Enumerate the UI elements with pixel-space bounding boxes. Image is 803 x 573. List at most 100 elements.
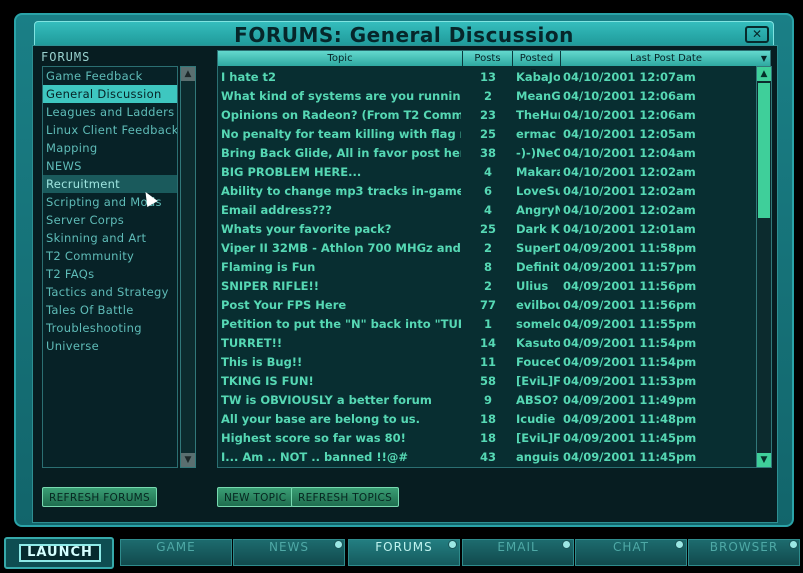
last-post-cell: 04/10/2001 12:04am bbox=[563, 146, 696, 160]
posts-cell: 1 bbox=[483, 317, 492, 331]
tab-news[interactable]: NEWS bbox=[233, 539, 345, 566]
forum-item[interactable]: Mapping bbox=[43, 139, 177, 157]
tab-indicator-icon bbox=[448, 540, 457, 549]
posted-by-cell: LoveSu bbox=[516, 184, 560, 198]
tab-forums[interactable]: FORUMS bbox=[348, 539, 460, 566]
forum-item[interactable]: Skinning and Art bbox=[43, 229, 177, 247]
column-header-topic[interactable]: Topic bbox=[218, 51, 463, 66]
forum-item[interactable]: Universe bbox=[43, 337, 177, 355]
topic-cell: What kind of systems are you running bbox=[221, 89, 461, 103]
forum-item[interactable]: Tales Of Battle bbox=[43, 301, 177, 319]
posts-cell: 4 bbox=[483, 165, 492, 179]
forum-list: Game Feedback General Discussion Leagues… bbox=[42, 66, 178, 468]
topic-cell: BIG PROBLEM HERE... bbox=[221, 165, 362, 179]
tab-email[interactable]: EMAIL bbox=[462, 539, 574, 566]
forum-item[interactable]: Server Corps bbox=[43, 211, 177, 229]
topic-cell: Bring Back Glide, All in favor post here… bbox=[221, 146, 461, 160]
tab-game[interactable]: GAME bbox=[120, 539, 232, 566]
forum-item[interactable]: Troubleshooting bbox=[43, 319, 177, 337]
table-row[interactable]: No penalty for team killing with flag mi… bbox=[218, 125, 770, 144]
scroll-down-icon[interactable]: ▼ bbox=[181, 453, 195, 467]
scroll-thumb[interactable] bbox=[758, 83, 770, 218]
last-post-cell: 04/09/2001 11:54pm bbox=[563, 336, 697, 350]
table-row[interactable]: All your base are belong to us. 18 Icudie 0… bbox=[218, 410, 770, 429]
table-row[interactable]: Email address??? 4 AngryN 04/10/2001 12:02a… bbox=[218, 201, 770, 220]
refresh-topics-button[interactable]: REFRESH TOPICS bbox=[291, 487, 400, 507]
table-row[interactable]: Highest score so far was 80! 18 [EviL]Fo04… bbox=[218, 429, 770, 448]
last-post-cell: 04/10/2001 12:02am bbox=[563, 165, 696, 179]
table-row[interactable]: SNIPER RIFLE!! 2 Ulius 04/09/2001 11:56pm bbox=[218, 277, 770, 296]
column-header-posted-by[interactable]: Posted By bbox=[513, 51, 561, 79]
posts-cell: 9 bbox=[483, 393, 492, 407]
scroll-up-icon[interactable]: ▲ bbox=[181, 67, 195, 81]
posted-by-cell: Kasuto bbox=[516, 336, 560, 350]
table-row[interactable]: I hate t2 13 KabaJo 04/10/2001 12:07am bbox=[218, 68, 770, 87]
table-row[interactable]: Post Your FPS Here 77 evilbou 04/09/2001 11… bbox=[218, 296, 770, 315]
topics-table: Topic Posts Posted By Last Post Date I h… bbox=[217, 50, 771, 468]
tab-browser[interactable]: BROWSER bbox=[688, 539, 800, 566]
posted-by-cell: Dark Ke bbox=[516, 222, 560, 236]
column-header-posts[interactable]: Posts bbox=[463, 51, 513, 66]
forum-item[interactable]: Scripting and Mods bbox=[43, 193, 177, 211]
topic-cell: TW is OBVIOUSLY a better forum bbox=[221, 393, 432, 407]
table-row[interactable]: Viper II 32MB - Athlon 700 MHGz and 2 2 Su… bbox=[218, 239, 770, 258]
new-topic-button[interactable]: NEW TOPIC bbox=[217, 487, 294, 507]
last-post-cell: 04/09/2001 11:54pm bbox=[563, 355, 697, 369]
content-panel: FORUMS Game Feedback General Discussion … bbox=[32, 45, 778, 523]
topic-cell: Petition to put the "N" back into "TURI bbox=[221, 317, 461, 331]
table-row[interactable]: I... Am .. NOT .. banned !!@# 43 anguish04… bbox=[218, 448, 770, 467]
table-row[interactable]: Petition to put the "N" back into "TURI 1… bbox=[218, 315, 770, 334]
forum-item[interactable]: Tactics and Strategy bbox=[43, 283, 177, 301]
last-post-cell: 04/09/2001 11:45pm bbox=[563, 431, 697, 445]
table-row[interactable]: BIG PROBLEM HERE... 4 Makara 04/10/2001 12:… bbox=[218, 163, 770, 182]
posts-cell: 58 bbox=[479, 374, 496, 388]
table-row[interactable]: Whats your favorite pack? 25 Dark Ke04/10/… bbox=[218, 220, 770, 239]
last-post-cell: 04/09/2001 11:48pm bbox=[563, 412, 697, 426]
tab-indicator-icon bbox=[675, 540, 684, 549]
table-row[interactable]: Ability to change mp3 tracks in-game? 6 Lo… bbox=[218, 182, 770, 201]
table-row[interactable]: TW is OBVIOUSLY a better forum 9 ABSO? 04/0… bbox=[218, 391, 770, 410]
table-row[interactable]: This is Bug!! 11 FouceO 04/09/2001 11:54pm bbox=[218, 353, 770, 372]
table-row[interactable]: Flaming is Fun 8 Definiti 04/09/2001 11:57p… bbox=[218, 258, 770, 277]
posts-cell: 11 bbox=[479, 355, 496, 369]
table-row[interactable]: TURRET!! 14 Kasuto 04/09/2001 11:54pm bbox=[218, 334, 770, 353]
forum-item[interactable]: Linux Client Feedback bbox=[43, 121, 177, 139]
bottom-nav-bar: LAUNCH GAME NEWS FORUMS EMAIL CHAT BROWS… bbox=[0, 533, 803, 573]
table-row[interactable]: What kind of systems are you running 2 Mea… bbox=[218, 87, 770, 106]
forum-item[interactable]: Leagues and Ladders bbox=[43, 103, 177, 121]
forum-item[interactable]: General Discussion bbox=[43, 85, 177, 103]
refresh-forums-button[interactable]: REFRESH FORUMS bbox=[42, 487, 158, 507]
close-icon[interactable]: ✕ bbox=[745, 26, 769, 43]
last-post-cell: 04/09/2001 11:45pm bbox=[563, 450, 697, 464]
launch-button[interactable]: LAUNCH bbox=[4, 537, 114, 569]
topic-cell: Whats your favorite pack? bbox=[221, 222, 392, 236]
posted-by-cell: evilbou bbox=[516, 298, 560, 312]
posted-by-cell: SuperD bbox=[516, 241, 560, 255]
launch-label: LAUNCH bbox=[19, 544, 101, 562]
posted-by-cell: Ulius bbox=[516, 279, 549, 293]
forum-list-scrollbar[interactable]: ▲ ▼ bbox=[180, 66, 196, 468]
forum-item[interactable]: T2 Community bbox=[43, 247, 177, 265]
posted-by-cell: KabaJo bbox=[516, 70, 560, 84]
tab-chat[interactable]: CHAT bbox=[575, 539, 687, 566]
forum-item[interactable]: NEWS bbox=[43, 157, 177, 175]
topic-cell: This is Bug!! bbox=[221, 355, 303, 369]
topic-cell: I... Am .. NOT .. banned !!@# bbox=[221, 450, 409, 464]
scroll-up-icon[interactable]: ▲ bbox=[757, 67, 771, 81]
column-header-last-post[interactable]: Last Post Date bbox=[561, 51, 770, 66]
table-row[interactable]: Opinions on Radeon? (From T2 Commu 23 TheH… bbox=[218, 106, 770, 125]
posts-cell: 43 bbox=[479, 450, 496, 464]
last-post-cell: 04/10/2001 12:06am bbox=[563, 89, 696, 103]
forum-item[interactable]: Game Feedback bbox=[43, 67, 177, 85]
window-title: FORUMS: General Discussion bbox=[234, 23, 574, 47]
topics-scrollbar[interactable]: ▲ ▼ bbox=[756, 66, 772, 468]
forum-item[interactable]: T2 FAQs bbox=[43, 265, 177, 283]
table-row[interactable]: Bring Back Glide, All in favor post here… bbox=[218, 144, 770, 163]
topic-cell: No penalty for team killing with flag mi bbox=[221, 127, 461, 141]
last-post-cell: 04/10/2001 12:05am bbox=[563, 127, 696, 141]
scroll-down-icon[interactable]: ▼ bbox=[757, 453, 771, 467]
forum-item[interactable]: Recruitment bbox=[43, 175, 177, 193]
table-row[interactable]: TKING IS FUN! 58 [EviL]Fo04/09/2001 11:53p… bbox=[218, 372, 770, 391]
last-post-cell: 04/10/2001 12:06am bbox=[563, 108, 696, 122]
last-post-cell: 04/10/2001 12:07am bbox=[563, 70, 696, 84]
